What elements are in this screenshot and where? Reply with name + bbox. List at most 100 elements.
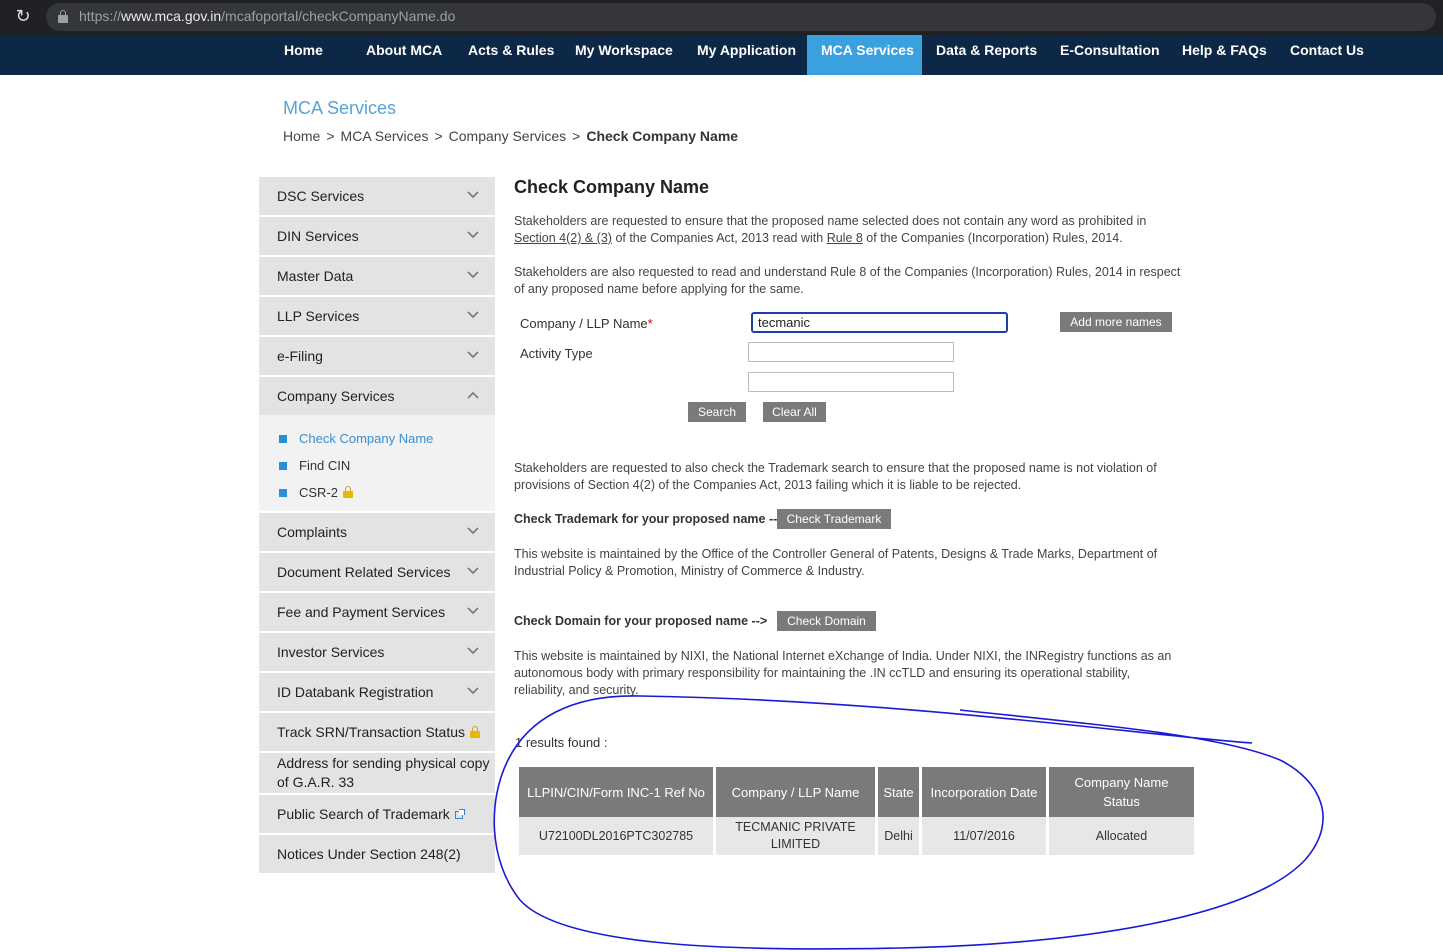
breadcrumb-current: Check Company Name xyxy=(586,128,739,144)
nav-mca-services[interactable]: MCA Services xyxy=(807,35,922,75)
notice-text: of the Companies Act, 2013 read with xyxy=(611,231,827,245)
column-header-status: Company Name Status xyxy=(1049,767,1194,817)
notice-text: Stakeholders are requested to ensure tha… xyxy=(514,214,1147,228)
sidebar-item-din-services[interactable]: DIN Services xyxy=(259,217,495,255)
sidebar-item-label: LLP Services xyxy=(277,308,360,324)
domain-prompt: Check Domain for your proposed name --> xyxy=(514,614,768,628)
chevron-down-icon xyxy=(467,527,479,535)
submenu-label: Find CIN xyxy=(299,458,351,473)
nav-my-workspace[interactable]: My Workspace xyxy=(561,35,687,75)
trademark-notice: Stakeholders are requested to also check… xyxy=(514,461,1157,492)
check-domain-button[interactable]: Check Domain xyxy=(777,611,876,631)
column-header-state: State xyxy=(878,767,919,817)
chevron-down-icon xyxy=(467,647,479,655)
sidebar-item-label: DSC Services xyxy=(277,188,365,204)
lock-icon xyxy=(470,726,481,738)
sidebar-item-complaints[interactable]: Complaints xyxy=(259,513,495,551)
browser-toolbar: ↻ https://www.mca.gov.in/mcafoportal/che… xyxy=(0,0,1443,35)
nav-about-mca[interactable]: About MCA xyxy=(352,35,456,75)
table-row: U72100DL2016PTC302785 TECMANIC PRIVATE L… xyxy=(519,817,1194,855)
rule-8-link[interactable]: Rule 8 xyxy=(827,231,863,245)
results-count: 1 results found : xyxy=(515,735,608,750)
breadcrumb-separator: > xyxy=(572,128,581,144)
lock-icon xyxy=(58,10,68,23)
nav-e-consultation[interactable]: E-Consultation xyxy=(1046,35,1174,75)
sidebar-item-label: Public Search of Trademark xyxy=(277,806,450,822)
lock-icon xyxy=(343,486,354,498)
submenu-check-company-name[interactable]: Check Company Name xyxy=(279,425,495,452)
bullet-icon xyxy=(279,435,287,443)
sidebar-item-public-search-trademark[interactable]: Public Search of Trademark xyxy=(259,795,495,833)
sidebar-item-master-data[interactable]: Master Data xyxy=(259,257,495,295)
bullet-icon xyxy=(279,489,287,497)
results-table: LLPIN/CIN/Form INC-1 Ref No Company / LL… xyxy=(516,767,1197,855)
notice-text: of the Companies (Incorporation) Rules, … xyxy=(862,231,1123,245)
sidebar-item-label: e-Filing xyxy=(277,348,323,364)
external-link-icon xyxy=(454,809,465,819)
check-trademark-button[interactable]: Check Trademark xyxy=(777,509,891,529)
column-header-incorporation-date: Incorporation Date xyxy=(922,767,1046,817)
nav-home[interactable]: Home xyxy=(270,35,337,75)
sidebar-item-e-filing[interactable]: e-Filing xyxy=(259,337,495,375)
cell-state: Delhi xyxy=(878,817,919,855)
sidebar-item-investor-services[interactable]: Investor Services xyxy=(259,633,495,671)
breadcrumb-home[interactable]: Home xyxy=(283,128,320,144)
address-bar[interactable]: https://www.mca.gov.in/mcafoportal/check… xyxy=(46,3,1436,31)
add-more-names-button[interactable]: Add more names xyxy=(1060,312,1172,332)
breadcrumb-company-services[interactable]: Company Services xyxy=(449,128,567,144)
sidebar-item-label: Investor Services xyxy=(277,644,385,660)
sidebar-item-fee-payment-services[interactable]: Fee and Payment Services xyxy=(259,593,495,631)
nav-my-application[interactable]: My Application xyxy=(683,35,810,75)
search-button[interactable]: Search xyxy=(688,402,746,422)
sidebar-item-document-related-services[interactable]: Document Related Services xyxy=(259,553,495,591)
section-4-link[interactable]: Section 4(2) & (3) xyxy=(514,231,612,245)
nixi-note: This website is maintained by NIXI, the … xyxy=(514,649,1172,697)
label-text: Company / LLP Name xyxy=(520,316,648,331)
activity-type-input[interactable] xyxy=(748,342,954,362)
main-navbar: Home About MCA Acts & Rules My Workspace… xyxy=(0,35,1443,75)
nav-data-reports[interactable]: Data & Reports xyxy=(922,35,1051,75)
clear-all-button[interactable]: Clear All xyxy=(763,402,826,422)
chevron-down-icon xyxy=(467,687,479,695)
cell-status: Allocated xyxy=(1049,817,1194,855)
page-title: Check Company Name xyxy=(514,177,710,197)
breadcrumb: Home > MCA Services > Company Services > Check… xyxy=(283,128,738,144)
sidebar-item-label: Complaints xyxy=(277,524,348,540)
submenu-csr-2[interactable]: CSR-2 xyxy=(279,479,495,506)
sidebar-item-label: Fee and Payment Services xyxy=(277,604,446,620)
sidebar-item-notices-section-248[interactable]: Notices Under Section 248(2) xyxy=(259,835,495,873)
nav-help-faqs[interactable]: Help & FAQs xyxy=(1168,35,1281,75)
reload-icon[interactable]: ↻ xyxy=(12,6,34,28)
cell-company-name: TECMANIC PRIVATE LIMITED xyxy=(716,817,875,855)
chevron-down-icon xyxy=(467,567,479,575)
sidebar-item-label: Master Data xyxy=(277,268,354,284)
sidebar-item-id-databank-registration[interactable]: ID Databank Registration xyxy=(259,673,495,711)
activity-type-label: Activity Type xyxy=(520,346,593,361)
breadcrumb-separator: > xyxy=(434,128,443,144)
chevron-down-icon xyxy=(467,231,479,239)
chevron-up-icon xyxy=(467,391,479,399)
chevron-down-icon xyxy=(467,351,479,359)
breadcrumb-separator: > xyxy=(326,128,335,144)
sidebar-item-track-srn[interactable]: Track SRN/Transaction Status xyxy=(259,713,495,751)
nav-acts-rules[interactable]: Acts & Rules xyxy=(454,35,568,75)
sidebar-item-label: Notices Under Section 248(2) xyxy=(277,846,461,862)
trademark-prompt: Check Trademark for your proposed name -… xyxy=(514,512,785,526)
company-services-submenu: Check Company Name Find CIN CSR-2 xyxy=(259,415,495,511)
submenu-find-cin[interactable]: Find CIN xyxy=(279,452,495,479)
breadcrumb-mca-services[interactable]: MCA Services xyxy=(341,128,429,144)
activity-type-input-2[interactable] xyxy=(748,372,954,392)
sidebar-item-dsc-services[interactable]: DSC Services xyxy=(259,177,495,215)
trademark-maintainer-note: This website is maintained by the Office… xyxy=(514,547,1158,578)
company-name-label: Company / LLP Name* xyxy=(520,316,653,331)
nav-contact-us[interactable]: Contact Us xyxy=(1276,35,1378,75)
sidebar-item-gar-33-address[interactable]: Address for sending physical copy of G.A… xyxy=(259,753,495,793)
sidebar-item-label: Track SRN/Transaction Status xyxy=(277,724,466,740)
company-name-input[interactable]: tecmanic xyxy=(751,312,1008,333)
sidebar-item-company-services[interactable]: Company Services xyxy=(259,377,495,415)
submenu-label: Check Company Name xyxy=(299,431,434,446)
chevron-down-icon xyxy=(467,271,479,279)
column-header-company-name: Company / LLP Name xyxy=(716,767,875,817)
sidebar-item-llp-services[interactable]: LLP Services xyxy=(259,297,495,335)
cell-cin: U72100DL2016PTC302785 xyxy=(519,817,713,855)
